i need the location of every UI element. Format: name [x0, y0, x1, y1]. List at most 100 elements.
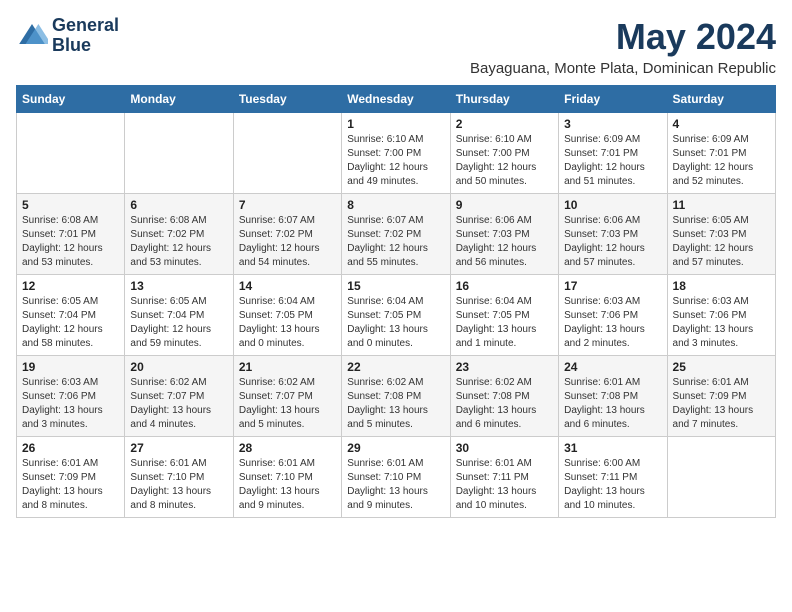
calendar-day-19: 19 Sunrise: 6:03 AM Sunset: 7:06 PM Dayli… [17, 356, 125, 437]
calendar-day-27: 27 Sunrise: 6:01 AM Sunset: 7:10 PM Dayli… [125, 437, 233, 518]
calendar-week-5: 26Sunrise: 6:01 AM Sunset: 7:09 PM Dayli… [17, 437, 776, 518]
day-number: 15 [347, 279, 444, 293]
calendar-day-18: 18 Sunrise: 6:03 AM Sunset: 7:06 PM Dayli… [667, 275, 775, 356]
day-number: 23 [456, 360, 553, 374]
day-number: 10 [564, 198, 661, 212]
calendar-day-24: 24 Sunrise: 6:01 AM Sunset: 7:08 PM Dayli… [559, 356, 667, 437]
calendar-week-1: 1 Sunrise: 6:10 AM Sunset: 7:00 PM Daylig… [17, 113, 776, 194]
calendar-day-4: 4Sunrise: 6:09 AM Sunset: 7:01 PM Daylig… [667, 113, 775, 194]
location-title: Bayaguana, Monte Plata, Dominican Republ… [470, 60, 776, 77]
calendar-day-12: 12Sunrise: 6:05 AM Sunset: 7:04 PM Dayli… [17, 275, 125, 356]
calendar-day-17: 17 Sunrise: 6:03 AM Sunset: 7:06 PM Dayli… [559, 275, 667, 356]
day-number: 5 [22, 198, 119, 212]
empty-cell [233, 113, 341, 194]
day-number: 26 [22, 441, 119, 455]
day-info: Sunrise: 6:04 AM Sunset: 7:05 PM Dayligh… [456, 295, 553, 351]
calendar-day-29: 29Sunrise: 6:01 AM Sunset: 7:10 PM Dayli… [342, 437, 450, 518]
calendar-day-13: 13 Sunrise: 6:05 AM Sunset: 7:04 PM Dayli… [125, 275, 233, 356]
day-info: Sunrise: 6:02 AM Sunset: 7:08 PM Dayligh… [347, 376, 444, 432]
day-info: Sunrise: 6:05 AM Sunset: 7:04 PM Dayligh… [22, 295, 119, 351]
day-info: Sunrise: 6:00 AM Sunset: 7:11 PM Dayligh… [564, 457, 661, 513]
day-number: 24 [564, 360, 661, 374]
day-info: Sunrise: 6:01 AM Sunset: 7:11 PM Dayligh… [456, 457, 553, 513]
day-info: Sunrise: 6:08 AM Sunset: 7:02 PM Dayligh… [130, 214, 227, 270]
day-info: Sunrise: 6:07 AM Sunset: 7:02 PM Dayligh… [347, 214, 444, 270]
calendar-day-25: 25 Sunrise: 6:01 AM Sunset: 7:09 PM Dayli… [667, 356, 775, 437]
day-info: Sunrise: 6:08 AM Sunset: 7:01 PM Dayligh… [22, 214, 119, 270]
calendar-day-11: 11Sunrise: 6:05 AM Sunset: 7:03 PM Dayli… [667, 194, 775, 275]
day-info: Sunrise: 6:10 AM Sunset: 7:00 PM Dayligh… [347, 133, 444, 189]
calendar-day-30: 30 Sunrise: 6:01 AM Sunset: 7:11 PM Dayli… [450, 437, 558, 518]
day-number: 18 [673, 279, 770, 293]
calendar-day-16: 16 Sunrise: 6:04 AM Sunset: 7:05 PM Dayli… [450, 275, 558, 356]
day-info: Sunrise: 6:01 AM Sunset: 7:08 PM Dayligh… [564, 376, 661, 432]
logo: General Blue [16, 16, 119, 56]
day-number: 16 [456, 279, 553, 293]
day-header-sunday: Sunday [17, 86, 125, 113]
day-header-monday: Monday [125, 86, 233, 113]
day-info: Sunrise: 6:04 AM Sunset: 7:05 PM Dayligh… [347, 295, 444, 351]
day-info: Sunrise: 6:03 AM Sunset: 7:06 PM Dayligh… [564, 295, 661, 351]
month-title: May 2024 [470, 16, 776, 58]
day-info: Sunrise: 6:03 AM Sunset: 7:06 PM Dayligh… [22, 376, 119, 432]
day-info: Sunrise: 6:06 AM Sunset: 7:03 PM Dayligh… [456, 214, 553, 270]
day-info: Sunrise: 6:01 AM Sunset: 7:10 PM Dayligh… [130, 457, 227, 513]
day-info: Sunrise: 6:02 AM Sunset: 7:07 PM Dayligh… [239, 376, 336, 432]
day-info: Sunrise: 6:01 AM Sunset: 7:10 PM Dayligh… [239, 457, 336, 513]
day-number: 29 [347, 441, 444, 455]
day-info: Sunrise: 6:07 AM Sunset: 7:02 PM Dayligh… [239, 214, 336, 270]
day-number: 25 [673, 360, 770, 374]
calendar-day-8: 8 Sunrise: 6:07 AM Sunset: 7:02 PM Daylig… [342, 194, 450, 275]
calendar-day-6: 6 Sunrise: 6:08 AM Sunset: 7:02 PM Daylig… [125, 194, 233, 275]
calendar-day-31: 31 Sunrise: 6:00 AM Sunset: 7:11 PM Dayli… [559, 437, 667, 518]
calendar-day-1: 1 Sunrise: 6:10 AM Sunset: 7:00 PM Daylig… [342, 113, 450, 194]
calendar-day-7: 7 Sunrise: 6:07 AM Sunset: 7:02 PM Daylig… [233, 194, 341, 275]
calendar-day-28: 28 Sunrise: 6:01 AM Sunset: 7:10 PM Dayli… [233, 437, 341, 518]
calendar-day-23: 23Sunrise: 6:02 AM Sunset: 7:08 PM Dayli… [450, 356, 558, 437]
day-number: 20 [130, 360, 227, 374]
logo-line1: General [52, 16, 119, 36]
day-number: 13 [130, 279, 227, 293]
day-info: Sunrise: 6:09 AM Sunset: 7:01 PM Dayligh… [673, 133, 770, 189]
day-number: 27 [130, 441, 227, 455]
day-number: 1 [347, 117, 444, 131]
day-number: 7 [239, 198, 336, 212]
day-number: 22 [347, 360, 444, 374]
day-number: 8 [347, 198, 444, 212]
day-info: Sunrise: 6:05 AM Sunset: 7:04 PM Dayligh… [130, 295, 227, 351]
empty-cell [125, 113, 233, 194]
calendar-day-15: 15 Sunrise: 6:04 AM Sunset: 7:05 PM Dayli… [342, 275, 450, 356]
calendar-day-22: 22 Sunrise: 6:02 AM Sunset: 7:08 PM Dayli… [342, 356, 450, 437]
day-number: 19 [22, 360, 119, 374]
calendar-day-2: 2 Sunrise: 6:10 AM Sunset: 7:00 PM Daylig… [450, 113, 558, 194]
logo-line2: Blue [52, 36, 119, 56]
day-header-tuesday: Tuesday [233, 86, 341, 113]
day-number: 21 [239, 360, 336, 374]
day-number: 31 [564, 441, 661, 455]
calendar-week-2: 5 Sunrise: 6:08 AM Sunset: 7:01 PM Daylig… [17, 194, 776, 275]
day-number: 30 [456, 441, 553, 455]
day-number: 28 [239, 441, 336, 455]
title-section: May 2024 Bayaguana, Monte Plata, Dominic… [470, 16, 776, 77]
day-info: Sunrise: 6:09 AM Sunset: 7:01 PM Dayligh… [564, 133, 661, 189]
day-info: Sunrise: 6:02 AM Sunset: 7:07 PM Dayligh… [130, 376, 227, 432]
day-header-friday: Friday [559, 86, 667, 113]
day-info: Sunrise: 6:01 AM Sunset: 7:09 PM Dayligh… [673, 376, 770, 432]
day-number: 14 [239, 279, 336, 293]
day-number: 11 [673, 198, 770, 212]
calendar-day-10: 10 Sunrise: 6:06 AM Sunset: 7:03 PM Dayli… [559, 194, 667, 275]
day-info: Sunrise: 6:06 AM Sunset: 7:03 PM Dayligh… [564, 214, 661, 270]
calendar-week-4: 19 Sunrise: 6:03 AM Sunset: 7:06 PM Dayli… [17, 356, 776, 437]
day-number: 6 [130, 198, 227, 212]
day-header-thursday: Thursday [450, 86, 558, 113]
day-number: 17 [564, 279, 661, 293]
day-header-saturday: Saturday [667, 86, 775, 113]
day-info: Sunrise: 6:04 AM Sunset: 7:05 PM Dayligh… [239, 295, 336, 351]
day-info: Sunrise: 6:03 AM Sunset: 7:06 PM Dayligh… [673, 295, 770, 351]
day-number: 9 [456, 198, 553, 212]
page-header: General Blue May 2024 Bayaguana, Monte P… [16, 16, 776, 77]
day-info: Sunrise: 6:10 AM Sunset: 7:00 PM Dayligh… [456, 133, 553, 189]
day-number: 3 [564, 117, 661, 131]
day-number: 2 [456, 117, 553, 131]
calendar-week-3: 12Sunrise: 6:05 AM Sunset: 7:04 PM Dayli… [17, 275, 776, 356]
